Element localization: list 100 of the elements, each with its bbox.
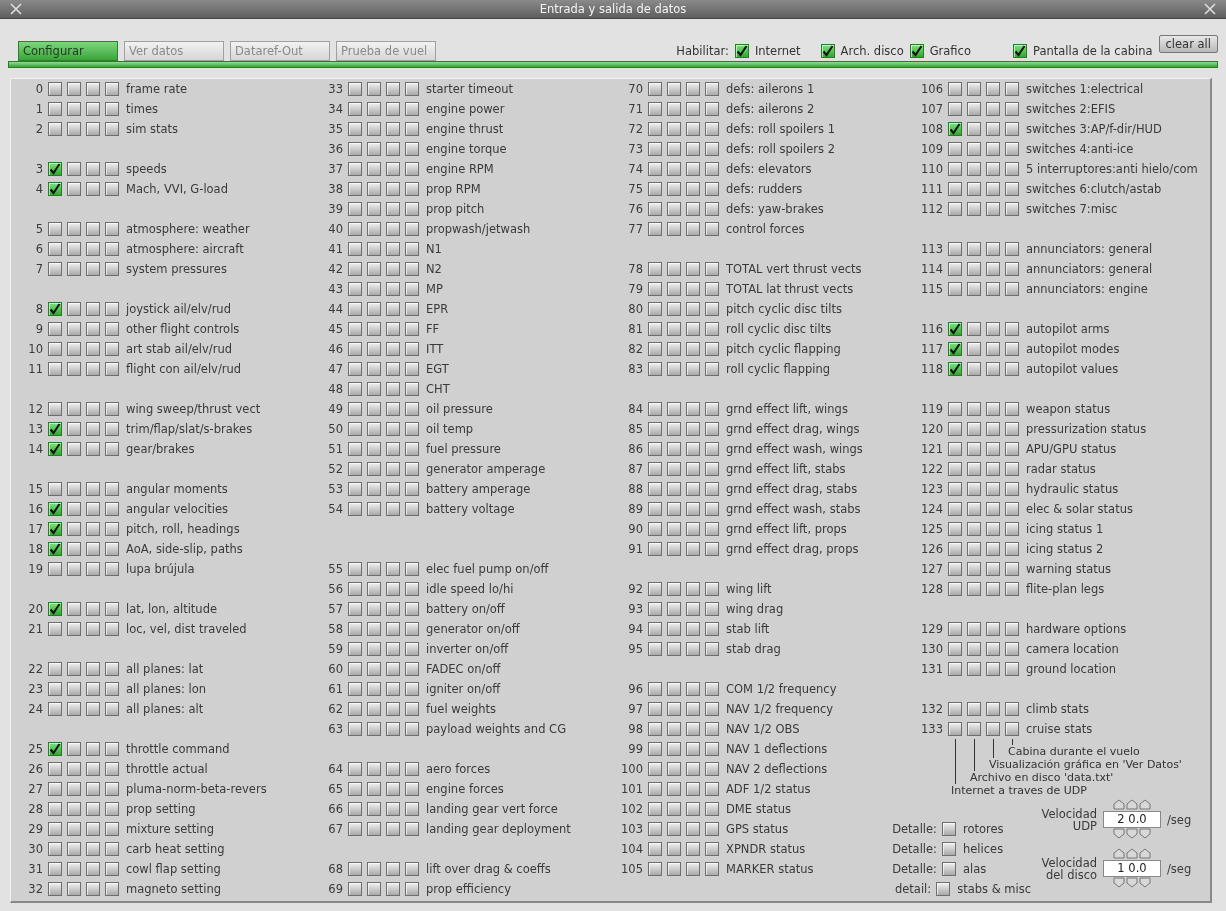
row-label: ITT (426, 342, 444, 356)
decrement-button[interactable] (1126, 877, 1138, 888)
rate-field[interactable]: 2 0.0 (1103, 811, 1161, 828)
row-label: generator amperage (426, 462, 546, 476)
row-number: 2 (34, 122, 43, 136)
close-icon[interactable] (1204, 3, 1216, 15)
row-number: 11 (27, 362, 43, 376)
row-label: igniter on/off (426, 682, 501, 696)
row-label: defs: ailerons 1 (726, 82, 815, 96)
increment-button[interactable] (1126, 799, 1138, 810)
row-number: 57 (327, 602, 343, 616)
row-number: 124 (920, 502, 943, 516)
row-number: 68 (327, 862, 343, 876)
tab[interactable]: Configurar (18, 41, 118, 61)
leader-line (1012, 739, 1013, 745)
decrement-button[interactable] (1139, 828, 1151, 839)
row-label: art stab ail/elv/rud (126, 342, 233, 356)
row-label: throttle actual (126, 762, 208, 776)
rate-label: Velocidad del disco (1040, 856, 1097, 881)
row-number: 71 (627, 102, 643, 116)
row-number: 88 (627, 482, 643, 496)
legend-text: Archivo en disco 'data.txt' (970, 771, 1114, 784)
row-label: autopilot values (1026, 362, 1119, 376)
row-label: autopilot modes (1026, 342, 1120, 356)
row-label: pressurization status (1026, 422, 1147, 436)
row-label: mixture setting (126, 822, 215, 836)
row-number: 122 (920, 462, 943, 476)
row-label: inverter on/off (426, 642, 509, 656)
row-number: 132 (920, 702, 943, 716)
row-label: grnd effect wash, wings (726, 442, 863, 456)
tab[interactable]: Prueba de vuel (336, 41, 436, 61)
row-number: 84 (627, 402, 643, 416)
row-label: fuel weights (426, 702, 497, 716)
row-label: defs: rudders (726, 182, 803, 196)
row-number: 106 (920, 82, 943, 96)
leader-line (993, 739, 994, 758)
row-label: throttle command (126, 742, 230, 756)
row-label: pitch cyclic disc tilts (726, 302, 842, 316)
row-number: 109 (920, 142, 943, 156)
row-label: atmosphere: weather (126, 222, 250, 236)
row-label: icing status 2 (1026, 542, 1104, 556)
row-label: grnd effect wash, stabs (726, 502, 861, 516)
row-number: 30 (27, 842, 43, 856)
row-label: idle speed lo/hi (426, 582, 514, 596)
row-label: climb stats (1026, 702, 1089, 716)
row-label: lat, lon, altitude (126, 602, 217, 616)
row-number: 1 (34, 102, 43, 116)
row-number: 21 (27, 622, 43, 636)
row-label: switches 4:anti-ice (1026, 142, 1134, 156)
rate-field[interactable]: 1 0.0 (1103, 860, 1161, 877)
row-number: 42 (327, 262, 343, 276)
row-label: prop setting (126, 802, 196, 816)
clear-all-button[interactable]: clear all (1158, 35, 1218, 53)
row-label: defs: elevators (726, 162, 812, 176)
row-label: grnd effect drag, props (726, 542, 859, 556)
row-label: defs: roll spoilers 2 (726, 142, 835, 156)
row-label: all planes: alt (126, 702, 204, 716)
row-label: battery on/off (426, 602, 505, 616)
option-label: Pantalla de la cabina (1033, 44, 1153, 58)
row-number: 20 (27, 602, 43, 616)
row-number: 55 (327, 562, 343, 576)
row-label: TOTAL vert thrust vects (726, 262, 862, 276)
increment-button[interactable] (1113, 799, 1125, 810)
decrement-button[interactable] (1113, 828, 1125, 839)
row-number: 81 (627, 322, 643, 336)
row-label: control forces (726, 222, 805, 236)
tab[interactable]: Dataref-Out (230, 41, 330, 61)
row-label: grnd effect drag, stabs (726, 482, 858, 496)
row-label: prop efficiency (426, 882, 511, 896)
row-label: cowl flap setting (126, 862, 221, 876)
row-number: 128 (920, 582, 943, 596)
decrement-button[interactable] (1126, 828, 1138, 839)
row-number: 48 (327, 382, 343, 396)
increment-button[interactable] (1126, 848, 1138, 859)
row-label: loc, vel, dist traveled (126, 622, 247, 636)
legend-text: Internet a traves de UDP (951, 784, 1087, 797)
increment-button[interactable] (1139, 848, 1151, 859)
row-number: 43 (327, 282, 343, 296)
detail-option-label: stabs & misc (957, 882, 1031, 896)
increment-button[interactable] (1139, 799, 1151, 810)
row-number: 26 (27, 762, 43, 776)
row-label: flite-plan legs (1026, 582, 1105, 596)
row-number: 23 (27, 682, 43, 696)
row-number: 15 (27, 482, 43, 496)
row-label: DME status (726, 802, 792, 816)
tab[interactable]: Ver datos (124, 41, 224, 61)
row-number: 35 (327, 122, 343, 136)
row-number: 94 (627, 622, 643, 636)
row-label: grnd effect lift, props (726, 522, 847, 536)
decrement-button[interactable] (1113, 877, 1125, 888)
row-label: payload weights and CG (426, 722, 567, 736)
row-label: engine power (426, 102, 505, 116)
row-label: carb heat setting (126, 842, 225, 856)
row-label: landing gear deployment (426, 822, 571, 836)
row-label: XPNDR status (726, 842, 806, 856)
row-label: NAV 1/2 OBS (726, 722, 800, 736)
row-label: COM 1/2 frequency (726, 682, 837, 696)
decrement-button[interactable] (1139, 877, 1151, 888)
increment-button[interactable] (1113, 848, 1125, 859)
close-icon[interactable] (10, 3, 22, 15)
